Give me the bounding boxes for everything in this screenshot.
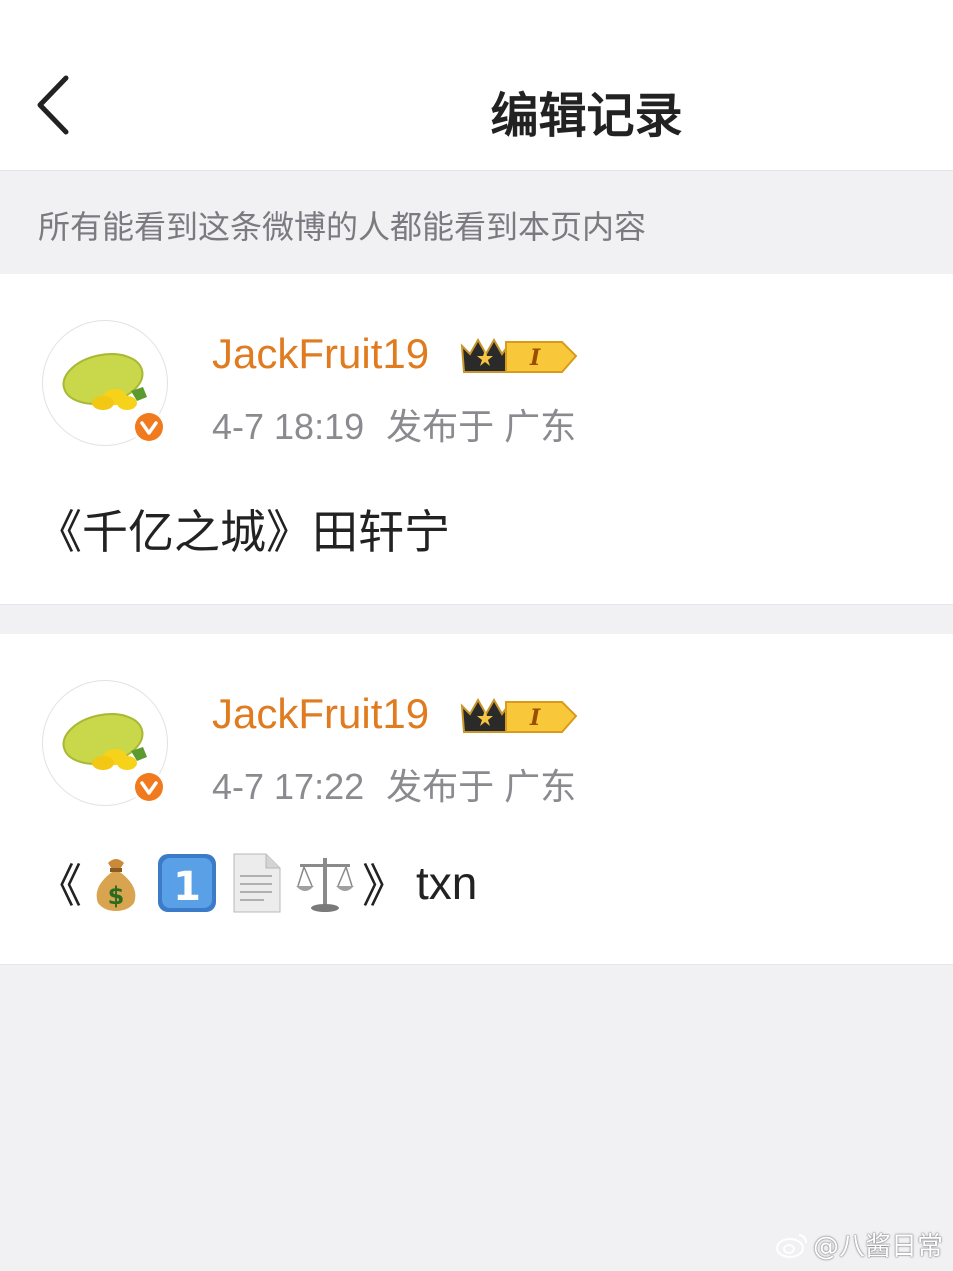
crown-level-badge-icon: I (460, 337, 578, 373)
svg-text:1: 1 (173, 864, 201, 910)
crown-level-badge-icon: I (460, 697, 578, 733)
username[interactable]: JackFruit19 (212, 330, 429, 378)
money-bag-emoji: $ (96, 859, 136, 911)
weibo-logo-icon (775, 1233, 807, 1258)
bracket-close: 》 (362, 859, 408, 913)
badge-label: I (529, 345, 541, 371)
keycap-1-emoji: 1 (158, 854, 216, 912)
bracket-open: 《 (36, 859, 82, 913)
post-location: 发布于 广东 (386, 766, 577, 807)
avatar[interactable] (42, 320, 168, 446)
watermark-text: @八酱日常 (812, 1232, 943, 1262)
avatar[interactable] (42, 680, 168, 806)
scales-emoji (296, 858, 354, 912)
edit-record: JackFruit19 I 4-7 18:19 发布于 广东 《千亿之城》田轩宁 (0, 274, 953, 605)
post-location: 发布于 广东 (386, 406, 577, 447)
post-meta: 4-7 17:22 发布于 广东 (212, 758, 576, 810)
post-content: 《千亿之城》田轩宁 (36, 505, 450, 559)
username[interactable]: JackFruit19 (212, 690, 429, 738)
badge-label: I (529, 705, 541, 731)
page-emoji (233, 853, 281, 913)
post-meta: 4-7 18:19 发布于 广东 (212, 398, 576, 450)
post-time: 4-7 18:19 (212, 406, 365, 447)
svg-text:$: $ (108, 882, 125, 910)
post-time: 4-7 17:22 (212, 766, 365, 807)
page-title: 编辑记录 (490, 88, 683, 144)
verified-icon (132, 770, 166, 804)
visibility-notice: 所有能看到这条微博的人都能看到本页内容 (38, 208, 647, 246)
watermark: @八酱日常 (775, 1226, 943, 1263)
post-text: txn (416, 857, 478, 909)
edit-record: JackFruit19 I 4-7 17:22 发布于 广东 《 $ 1 》 t… (0, 634, 953, 965)
post-content: 《 $ 1 》 txn (36, 848, 477, 918)
verified-icon (132, 410, 166, 444)
header-bar: 编辑记录 (0, 0, 953, 171)
